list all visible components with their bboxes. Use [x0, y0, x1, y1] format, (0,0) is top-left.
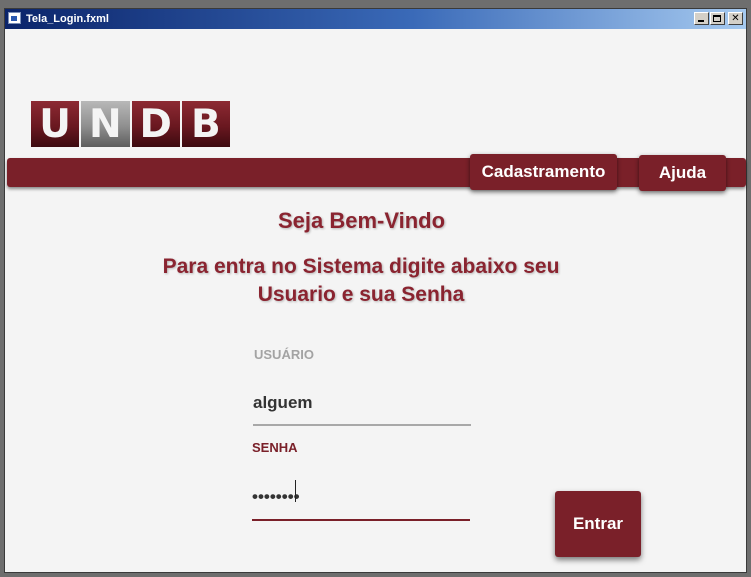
minimize-icon	[698, 20, 704, 22]
close-icon: ✕	[731, 13, 740, 24]
text-caret	[295, 480, 296, 502]
entrar-button[interactable]: Entrar	[555, 491, 641, 557]
welcome-heading: Seja Bem-Vindo	[277, 208, 446, 233]
login-window: Tela_Login.fxml ✕ U N D B Cadastramento …	[4, 8, 747, 573]
minimize-button[interactable]	[694, 12, 709, 25]
password-label: SENHA	[252, 440, 298, 455]
maximize-icon	[713, 15, 721, 22]
cadastramento-button[interactable]: Cadastramento	[470, 154, 617, 190]
maximize-button[interactable]	[710, 12, 725, 25]
logo-letter-n: N	[81, 101, 130, 147]
logo-letter-u: U	[31, 101, 80, 147]
title-bar[interactable]: Tela_Login.fxml ✕	[5, 9, 746, 29]
logo-letter-d: D	[131, 101, 180, 147]
header-band	[7, 158, 746, 187]
instruction-text: Para entra no Sistema digite abaixo seu …	[162, 255, 560, 306]
ajuda-button[interactable]: Ajuda	[639, 155, 726, 191]
app-icon	[8, 12, 21, 24]
username-input[interactable]	[253, 382, 471, 426]
username-label: USUÁRIO	[254, 347, 314, 362]
password-input[interactable]	[252, 475, 470, 521]
window-title: Tela_Login.fxml	[26, 13, 109, 25]
close-button[interactable]: ✕	[728, 12, 743, 25]
undb-logo: U N D B	[31, 101, 230, 147]
logo-letter-b: B	[181, 101, 230, 147]
